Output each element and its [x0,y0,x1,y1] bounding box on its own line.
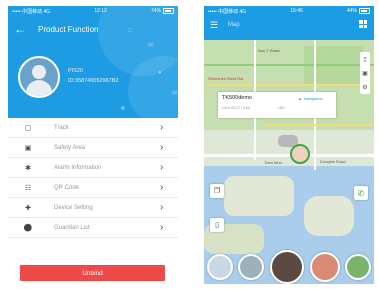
function-menu: ▢ Track › ▣ Safety Area › ✱ Alarm Inform… [8,118,178,238]
map-road [204,154,374,157]
track-icon: ▢ [24,124,32,132]
device-avatar[interactable] [345,254,372,280]
safety-area-icon: ▣ [24,144,32,152]
map-layers-icon[interactable]: ▣ [362,70,368,77]
qr-code-icon: ☷ [24,184,32,192]
phone-icon[interactable]: ▯ [363,56,366,63]
product-function-screen: ••••• 中国移动 4G 12:12 74% ← Product Functi… [8,6,178,284]
map-tools: ▯ ▣ ⚙ [360,52,370,94]
location-source: LBS [278,106,285,110]
menu-item-label: Guardian List [54,224,90,231]
map-island [224,176,294,216]
menu-item-label: Track [54,124,69,131]
menu-item-label: Safety Area [54,144,86,151]
location-pin-icon: ● [158,70,162,76]
map-park [304,46,364,86]
clock-text: 15:46 [290,8,303,14]
avatar-body [26,80,52,96]
map-island [304,196,354,236]
page-title: Map [228,22,240,28]
settings-icon[interactable]: ⚙ [362,84,367,91]
mail-icon: ✉ [172,91,178,97]
back-arrow-icon[interactable]: ← [14,23,30,35]
device-name: TK500demo [222,95,252,101]
map-label: Tuen Mun [264,160,282,165]
chevron-right-icon: › [160,162,164,173]
menu-item-qr-code[interactable]: ☷ QR Code › [8,178,178,198]
lock-icon: ■ [121,106,125,112]
navigation-label: Navigation [303,96,323,101]
device-avatar[interactable] [269,250,304,284]
menu-item-alarm-information[interactable]: ✱ Alarm Information › [8,158,178,178]
chevron-right-icon: › [160,182,164,193]
battery-text: 74% [150,8,161,14]
menu-item-label: Device Setting [54,204,93,211]
shield-icon: ⚫ [23,224,33,232]
chevron-right-icon: › [160,222,164,233]
device-avatar[interactable] [206,254,233,280]
battery-indicator: 44% [347,8,370,14]
navigation-icon: ▲ [298,96,302,101]
menu-item-label: Alarm Information [54,164,102,171]
hamburger-menu-icon[interactable]: ☰ [210,20,218,31]
copy-icon[interactable]: ❐ [210,184,224,198]
navigation-button[interactable]: ▲ Navigation [298,94,334,103]
map-road [264,124,374,126]
device-info-card[interactable]: TK500demo ▲ Navigation 2016-05-27 13:56 … [218,92,336,118]
carrier-text: ••••• 中国移动 4G [12,8,51,15]
message-icon: ✉ [148,43,154,49]
menu-item-label: QR Code [54,184,80,191]
menu-item-track[interactable]: ▢ Track › [8,118,178,138]
battery-indicator: 74% [151,8,174,14]
device-avatar-bar [204,250,374,284]
call-icon[interactable]: ✆ [354,186,368,200]
menu-item-guardian-list[interactable]: ⚫ Guardian List › [8,218,178,238]
battery-icon [162,8,174,14]
unbind-button[interactable]: Unbind [20,265,165,281]
device-grid-icon[interactable] [359,20,367,28]
clock-text: 12:12 [94,8,107,14]
map-label: Dongbin Road [320,159,346,164]
chevron-right-icon: › [160,122,164,133]
battery-text: 44% [346,8,357,14]
map-label: Nou T Road [258,48,280,53]
profile-header: ••••• 中国移动 4G 12:12 74% ← Product Functi… [8,6,178,118]
status-bar: ••••• 中国移动 4G 15:46 44% [204,6,374,16]
wrench-icon: ✚ [25,204,31,212]
device-id: ID:358740052967B2 [68,78,119,84]
device-avatar[interactable] [18,56,60,98]
device-location-marker[interactable] [290,144,310,164]
nav-bar: ← Product Function [8,20,178,38]
location-time: 2016-05-27 13:56 [222,106,250,110]
map-screen: Nou T Road Shenzhen West Rai Tuen Mun Do… [204,6,374,284]
device-icon[interactable]: ▯ [210,218,224,232]
device-avatar[interactable] [238,254,265,280]
battery-icon [358,8,370,14]
carrier-text: ••••• 中国移动 4G [208,8,247,15]
map-road [204,64,374,66]
menu-item-safety-area[interactable]: ▣ Safety Area › [8,138,178,158]
map-road [204,84,374,86]
alarm-icon: ✱ [25,164,31,172]
avatar-head [32,65,46,79]
map-label: Shenzhen West Rai [208,76,244,81]
menu-item-device-setting[interactable]: ✚ Device Setting › [8,198,178,218]
device-avatar[interactable] [309,252,340,282]
device-name: PIS20 [68,68,83,74]
page-title: Product Function [38,24,99,34]
status-bar: ••••• 中国移动 4G 12:12 74% [8,6,178,16]
chevron-right-icon: › [160,202,164,213]
phone-icon: □ [128,28,132,34]
chevron-right-icon: › [160,142,164,153]
map-header: ••••• 中国移动 4G 15:46 44% ☰ Map [204,6,374,40]
